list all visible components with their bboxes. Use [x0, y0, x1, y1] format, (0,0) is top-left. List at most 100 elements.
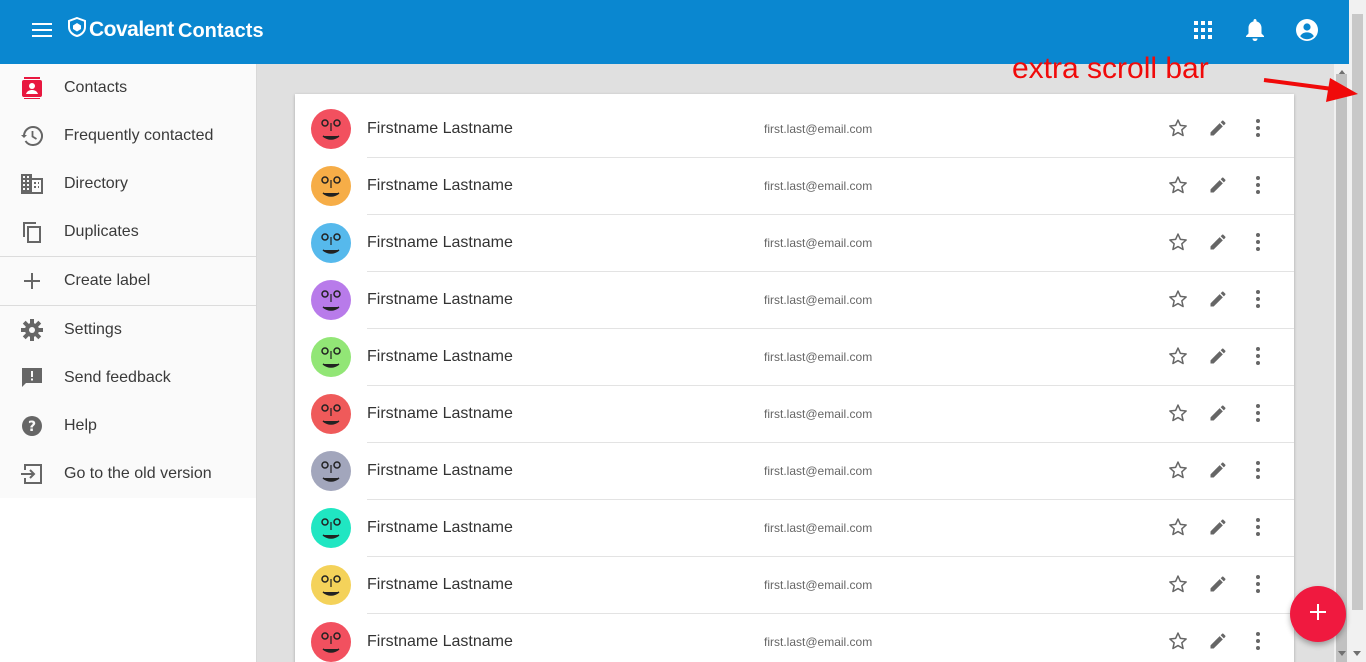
star-button[interactable]	[1166, 118, 1190, 142]
more-options-button[interactable]	[1246, 517, 1270, 541]
avatar[interactable]	[311, 337, 351, 377]
avatar[interactable]	[311, 166, 351, 206]
help-icon: ?	[20, 414, 44, 438]
edit-button[interactable]	[1206, 460, 1230, 484]
avatar[interactable]	[311, 622, 351, 662]
account-button[interactable]	[1291, 16, 1323, 48]
menu-button[interactable]	[22, 12, 62, 52]
content-scrollbar-thumb[interactable]	[1336, 74, 1347, 662]
contact-row[interactable]: Firstname Lastname first.last@email.com	[295, 158, 1294, 215]
edit-button[interactable]	[1206, 346, 1230, 370]
contact-row[interactable]: Firstname Lastname first.last@email.com	[295, 614, 1294, 662]
more-options-button[interactable]	[1246, 232, 1270, 256]
sidebar-item-label: Settings	[64, 321, 122, 338]
add-contact-button[interactable]	[1290, 586, 1346, 642]
edit-button[interactable]	[1206, 631, 1230, 655]
contact-row[interactable]: Firstname Lastname first.last@email.com	[295, 500, 1294, 557]
sidebar-item-label: Contacts	[64, 79, 128, 96]
sidebar-item-label: Frequently contacted	[64, 127, 214, 144]
sidebar-item-frequently-contacted[interactable]: Frequently contacted	[0, 112, 256, 160]
sidebar-item-duplicates[interactable]: Duplicates	[0, 208, 256, 256]
sidebar-item-settings[interactable]: Settings	[0, 306, 256, 354]
star-button[interactable]	[1166, 574, 1190, 598]
create-label-button[interactable]: Create label	[0, 257, 256, 305]
apps-button[interactable]	[1187, 16, 1219, 48]
contact-row[interactable]: Firstname Lastname first.last@email.com	[295, 557, 1294, 614]
contact-name: Firstname Lastname	[367, 576, 513, 593]
account-circle-icon	[1296, 18, 1318, 46]
star-button[interactable]	[1166, 460, 1190, 484]
create-label-text: Create label	[64, 272, 151, 289]
edit-button[interactable]	[1206, 517, 1230, 541]
more-options-button[interactable]	[1246, 175, 1270, 199]
contact-row[interactable]: Firstname Lastname first.last@email.com	[295, 272, 1294, 329]
star-icon	[1168, 403, 1188, 428]
star-icon	[1168, 631, 1188, 656]
sidebar-item-send-feedback[interactable]: Send feedback	[0, 354, 256, 402]
contact-row[interactable]: Firstname Lastname first.last@email.com	[295, 94, 1294, 158]
contact-name: Firstname Lastname	[367, 462, 513, 479]
more-options-button[interactable]	[1246, 460, 1270, 484]
page-title: Contacts	[178, 20, 264, 42]
inner-scroll-down-arrow-icon[interactable]	[1338, 651, 1346, 656]
contact-list: Firstname Lastname first.last@email.com Fi…	[295, 94, 1294, 662]
content-scrollbar[interactable]	[1334, 64, 1349, 662]
sidebar-item-label: Duplicates	[64, 223, 139, 240]
edit-button[interactable]	[1206, 403, 1230, 427]
more-options-button[interactable]	[1246, 346, 1270, 370]
edit-button[interactable]	[1206, 175, 1230, 199]
contact-row[interactable]: Firstname Lastname first.last@email.com	[295, 443, 1294, 500]
contact-row[interactable]: Firstname Lastname first.last@email.com	[295, 329, 1294, 386]
more-options-button[interactable]	[1246, 289, 1270, 313]
avatar[interactable]	[311, 565, 351, 605]
star-icon	[1168, 517, 1188, 542]
star-button[interactable]	[1166, 289, 1190, 313]
pencil-icon	[1208, 175, 1228, 200]
more-vert-icon	[1255, 289, 1261, 313]
star-icon	[1168, 574, 1188, 599]
sidebar-item-help[interactable]: ? Help	[0, 402, 256, 450]
edit-button[interactable]	[1206, 232, 1230, 256]
more-options-button[interactable]	[1246, 118, 1270, 142]
edit-button[interactable]	[1206, 574, 1230, 598]
star-button[interactable]	[1166, 232, 1190, 256]
more-options-button[interactable]	[1246, 403, 1270, 427]
brand-logo[interactable]: Covalent	[68, 16, 174, 42]
sidebar-item-contacts[interactable]: Contacts	[0, 64, 256, 112]
avatar[interactable]	[311, 508, 351, 548]
star-button[interactable]	[1166, 175, 1190, 199]
star-button[interactable]	[1166, 517, 1190, 541]
pencil-icon	[1208, 460, 1228, 485]
scroll-down-arrow-icon[interactable]	[1353, 651, 1361, 656]
avatar[interactable]	[311, 394, 351, 434]
copy-icon	[20, 220, 44, 244]
star-button[interactable]	[1166, 346, 1190, 370]
edit-button[interactable]	[1206, 289, 1230, 313]
avatar[interactable]	[311, 451, 351, 491]
more-vert-icon	[1255, 175, 1261, 199]
sidebar-item-label: Directory	[64, 175, 129, 192]
contact-email: first.last@email.com	[764, 578, 873, 592]
star-button[interactable]	[1166, 403, 1190, 427]
more-vert-icon	[1255, 346, 1261, 370]
avatar[interactable]	[311, 109, 351, 149]
more-options-button[interactable]	[1246, 631, 1270, 655]
contact-email: first.last@email.com	[764, 236, 873, 250]
domain-icon	[20, 172, 44, 196]
sidebar-item-directory[interactable]: Directory	[0, 160, 256, 208]
star-button[interactable]	[1166, 631, 1190, 655]
sidebar-item-label: Send feedback	[64, 369, 171, 386]
star-icon	[1168, 232, 1188, 257]
notifications-button[interactable]	[1239, 16, 1271, 48]
contact-row[interactable]: Firstname Lastname first.last@email.com	[295, 215, 1294, 272]
contact-name: Firstname Lastname	[367, 405, 513, 422]
more-options-button[interactable]	[1246, 574, 1270, 598]
contact-email: first.last@email.com	[764, 122, 873, 136]
star-icon	[1168, 118, 1188, 143]
avatar[interactable]	[311, 280, 351, 320]
avatar[interactable]	[311, 223, 351, 263]
contact-row[interactable]: Firstname Lastname first.last@email.com	[295, 386, 1294, 443]
sidebar-item-old-version[interactable]: Go to the old version	[0, 450, 256, 498]
edit-button[interactable]	[1206, 118, 1230, 142]
pencil-icon	[1208, 517, 1228, 542]
